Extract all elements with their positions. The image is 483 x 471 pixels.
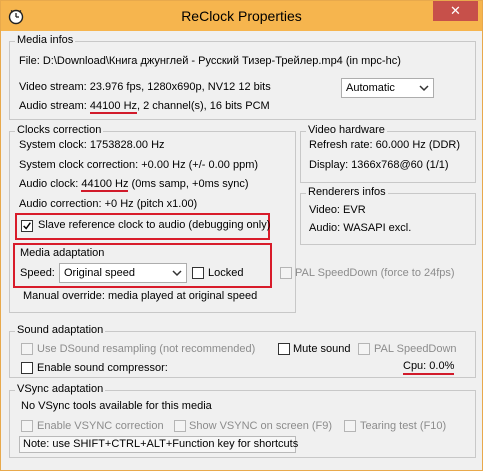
sound-compressor-label: Enable sound compressor: — [37, 362, 168, 374]
audio-clock-line: Audio clock: 44100 Hz (0ms samp, +0ms sy… — [19, 178, 249, 192]
title-bar: ReClock Properties ✕ — [1, 1, 482, 31]
pal-speeddown-checkbox[interactable] — [280, 267, 292, 279]
chevron-down-icon — [172, 270, 182, 277]
enable-vsync-label: Enable VSYNC correction — [37, 420, 164, 432]
mute-sound-label: Mute sound — [293, 343, 351, 355]
audio-correction-line: Audio correction: +0 Hz (pitch x1.00) — [19, 198, 198, 210]
media-infos-title: Media infos — [15, 34, 76, 46]
tearing-test-checkbox[interactable] — [344, 420, 356, 432]
reclock-properties-window: ReClock Properties ✕ Media infos File: D… — [0, 0, 483, 471]
sound-compressor-checkbox[interactable] — [21, 362, 33, 374]
renderers-infos-title: Renderers infos — [306, 186, 388, 198]
vsync-status-line: No VSync tools available for this media — [21, 400, 212, 412]
media-adaptation-title: Media adaptation — [20, 247, 105, 259]
checkmark-icon — [23, 222, 31, 230]
mute-sound-checkbox[interactable] — [278, 343, 290, 355]
audio-clock-suffix: (0ms samp, +0ms sync) — [128, 178, 249, 190]
cpu-usage: Cpu: 0.0% — [403, 360, 455, 375]
renderer-video-line: Video: EVR — [309, 204, 366, 216]
audio-stream-prefix: Audio stream: — [19, 100, 90, 112]
audio-stream-suffix: , 2 channel(s), 16 bits PCM — [137, 100, 270, 112]
dsound-label: Use DSound resampling (not recommended) — [37, 343, 256, 355]
video-hardware-title: Video hardware — [306, 124, 387, 136]
video-stream-line: Video stream: 23.976 fps, 1280x690p, NV1… — [19, 81, 271, 93]
speed-dropdown-value: Original speed — [64, 267, 135, 279]
show-vsync-label: Show VSYNC on screen (F9) — [189, 420, 333, 432]
audio-stream-line: Audio stream: 44100 Hz, 2 channel(s), 16… — [19, 100, 270, 114]
renderer-audio-line: Audio: WASAPI excl. — [309, 222, 412, 234]
system-clock-line: System clock: 1753828.00 Hz — [19, 139, 165, 151]
vsync-adaptation-title: VSync adaptation — [15, 383, 106, 395]
speed-dropdown[interactable]: Original speed — [59, 263, 187, 283]
shortcut-note-text: Note: use SHIFT+CTRL+ALT+Function key fo… — [23, 438, 299, 450]
shortcut-note: Note: use SHIFT+CTRL+ALT+Function key fo… — [19, 436, 299, 453]
show-vsync-checkbox[interactable] — [174, 420, 186, 432]
slave-label: Slave reference clock to audio (debuggin… — [38, 219, 271, 231]
display-line: Display: 1366x768@60 (1/1) — [309, 159, 449, 171]
refresh-rate-line: Refresh rate: 60.000 Hz (DDR) — [309, 139, 460, 151]
renderers-infos-group — [300, 193, 476, 245]
locked-checkbox[interactable] — [192, 267, 204, 279]
window-title: ReClock Properties — [181, 8, 302, 24]
audio-clock-hz: 44100 Hz — [81, 178, 129, 192]
system-correction-line: System clock correction: +0.00 Hz (+/- 0… — [19, 159, 259, 171]
locked-label: Locked — [208, 267, 244, 279]
mode-dropdown-value: Automatic — [346, 82, 395, 94]
slave-checkbox[interactable] — [21, 220, 33, 232]
close-button[interactable]: ✕ — [433, 1, 478, 21]
dsound-checkbox[interactable] — [21, 343, 33, 355]
audio-stream-hz: 44100 Hz — [89, 100, 138, 114]
clocks-correction-title: Clocks correction — [15, 124, 104, 136]
audio-clock-prefix: Audio clock: — [19, 178, 82, 190]
sound-adaptation-title: Sound adaptation — [15, 324, 106, 336]
pal-sound-label: PAL SpeedDown — [374, 343, 457, 355]
manual-override-line: Manual override: media played at origina… — [23, 290, 258, 302]
pal-sound-checkbox[interactable] — [358, 343, 370, 355]
mode-dropdown[interactable]: Automatic — [341, 78, 434, 98]
speed-label: Speed: — [20, 267, 55, 279]
file-line: File: D:\Download\Книга джунглей - Русск… — [19, 55, 401, 67]
chevron-down-icon — [419, 85, 429, 92]
tearing-test-label: Tearing test (F10) — [360, 420, 447, 432]
enable-vsync-checkbox[interactable] — [21, 420, 33, 432]
pal-speeddown-label: PAL SpeedDown (force to 24fps) — [295, 267, 455, 279]
